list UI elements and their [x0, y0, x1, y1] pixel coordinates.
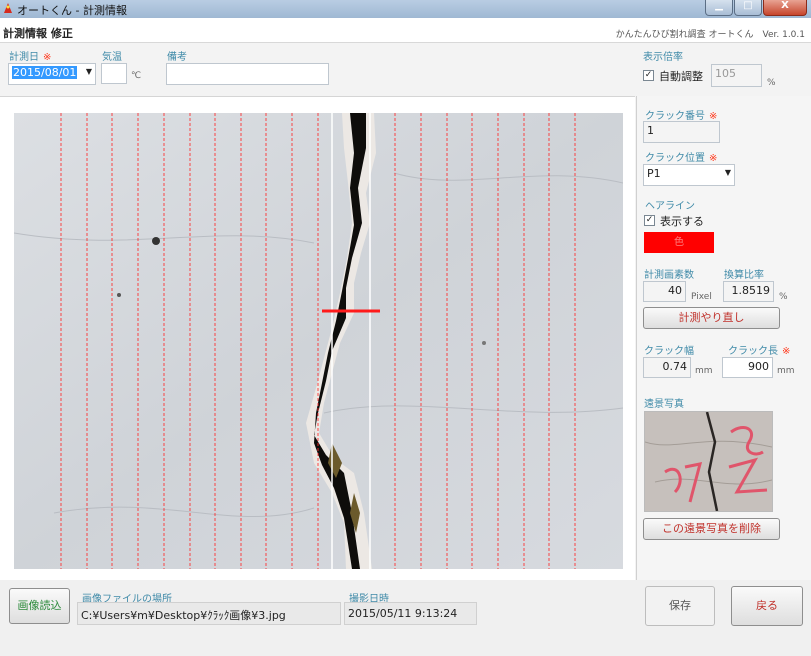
title-bar: オートくん - 計測情報 ▁ □ X [0, 0, 811, 18]
auto-zoom-label: 自動調整 [659, 70, 703, 83]
temp-unit: ℃ [131, 71, 142, 81]
zoom-unit: % [767, 78, 776, 88]
chevron-down-icon: ▼ [85, 67, 92, 76]
window-title: オートくん - 計測情報 [17, 4, 127, 17]
temp-label: 気温 [102, 52, 122, 63]
screen-title: 計測情報 修正 [3, 27, 73, 40]
crack-width-label: クラック幅 [644, 346, 694, 357]
ratio-input[interactable]: 1.8519 [723, 281, 774, 302]
screen-header: 計測情報 修正 かんたんひび割れ調査 オートくん Ver. 1.0.1 [0, 18, 811, 43]
remeasure-button[interactable]: 計測やり直し [643, 307, 780, 329]
crack-pos-select[interactable]: P1 ▼ [643, 164, 735, 186]
hairline-show-label: 表示する [660, 215, 704, 228]
load-image-button[interactable]: 画像読込 [9, 588, 70, 624]
ratio-label: 換算比率 [724, 270, 764, 281]
zoom-label: 表示倍率 [643, 52, 683, 63]
hairline-show-checkbox[interactable]: ✓ [644, 215, 655, 226]
crack-pos-value: P1 [647, 167, 661, 180]
delete-distant-photo-button[interactable]: この遠景写真を削除 [643, 518, 780, 540]
crack-length-label: クラック長 ※ [728, 346, 791, 357]
shot-date-field[interactable]: 2015/05/11 9:13:24 [344, 602, 477, 625]
required-mark: ※ [43, 52, 52, 63]
maximize-icon: □ [743, 0, 753, 11]
pixel-unit: Pixel [691, 292, 712, 302]
app-window: オートくん - 計測情報 ▁ □ X 計測情報 修正 かんたんひび割れ調査 オー… [0, 0, 811, 656]
remarks-label: 備考 [167, 52, 187, 63]
save-button[interactable]: 保存 [645, 586, 715, 626]
temp-input[interactable] [101, 63, 127, 84]
close-button[interactable]: X [763, 0, 807, 16]
distant-photo-thumbnail[interactable] [644, 411, 773, 512]
zoom-input[interactable]: 105 [711, 64, 762, 87]
close-icon: X [781, 0, 789, 11]
crack-width-unit: mm [695, 366, 713, 376]
date-picker[interactable]: 2015/08/01 ▼ [8, 63, 96, 85]
crack-length-input[interactable]: 900 [722, 357, 773, 378]
back-button[interactable]: 戻る [731, 586, 803, 626]
remarks-input[interactable] [166, 63, 329, 85]
minimize-icon: ▁ [715, 0, 723, 11]
app-icon [4, 3, 12, 13]
hairline-color-button[interactable]: 色 [644, 232, 714, 253]
crack-no-input[interactable]: 1 [643, 121, 720, 143]
distant-photo-label: 遠景写真 [644, 399, 684, 410]
crack-length-unit: mm [777, 366, 795, 376]
file-path-field[interactable]: C:¥Users¥m¥Desktop¥ｸﾗｯｸ画像¥3.jpg [77, 602, 341, 625]
chevron-down-icon: ▼ [724, 168, 731, 177]
auto-zoom-checkbox[interactable]: ✓ [643, 70, 654, 81]
pixel-count-input[interactable]: 40 [643, 281, 686, 302]
image-viewer[interactable] [0, 96, 635, 582]
pixel-count-label: 計測画素数 [644, 270, 694, 281]
crack-no-label: クラック番号 ※ [645, 111, 718, 122]
crack-photo[interactable] [14, 113, 623, 569]
minimize-button[interactable]: ▁ [705, 0, 733, 16]
distant-photo-image [645, 412, 772, 511]
hairline-label: ヘアライン [645, 201, 695, 212]
app-version: かんたんひび割れ調査 オートくん Ver. 1.0.1 [615, 30, 805, 40]
ratio-unit: % [779, 292, 788, 302]
date-label: 計測日 ※ [9, 52, 52, 63]
maximize-button[interactable]: □ [734, 0, 762, 16]
crack-width-input[interactable]: 0.74 [643, 357, 691, 378]
crack-pos-label: クラック位置 ※ [645, 153, 718, 164]
date-value: 2015/08/01 [12, 66, 78, 79]
